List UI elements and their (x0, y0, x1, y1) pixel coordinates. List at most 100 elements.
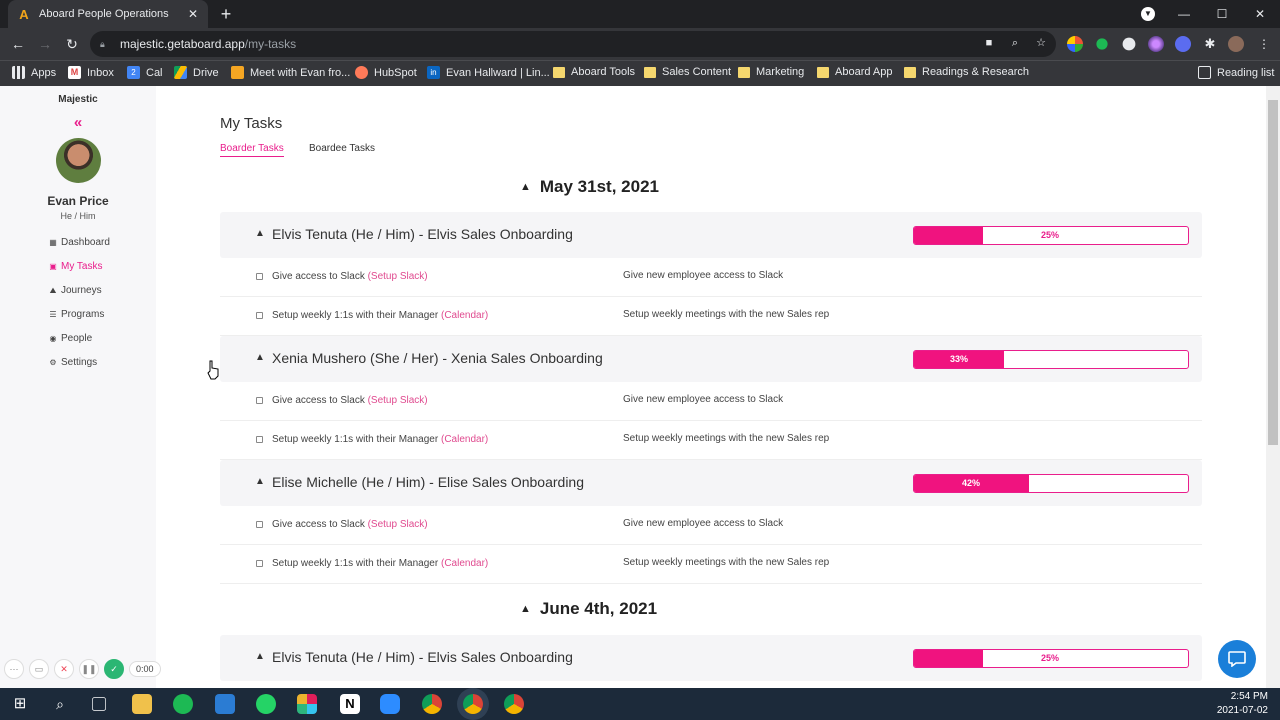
bookmark-label: Aboard App (835, 66, 893, 78)
task-checkbox[interactable] (256, 397, 263, 404)
browser-tab[interactable]: A Aboard People Operations ✕ (8, 0, 208, 28)
hand-cursor-icon (207, 360, 219, 380)
task-link[interactable]: (Setup Slack) (368, 395, 428, 406)
pause-icon[interactable]: ❚❚ (79, 659, 99, 679)
task-view-icon[interactable] (92, 697, 106, 711)
whatsapp-icon[interactable] (256, 694, 276, 714)
bookmark-apps[interactable]: Apps (12, 66, 56, 79)
task-link[interactable]: (Setup Slack) (368, 271, 428, 282)
extension-icon[interactable] (1122, 37, 1136, 51)
chat-icon (1228, 651, 1246, 667)
progress-label: 33% (950, 354, 969, 364)
notion-icon[interactable]: N (340, 694, 360, 714)
extension-icon[interactable] (1067, 36, 1083, 52)
chat-support-button[interactable] (1218, 640, 1256, 678)
task-checkbox[interactable] (256, 312, 263, 319)
sidebar-item-journeys[interactable]: ⛰ Journeys (48, 285, 102, 296)
task-checkbox[interactable] (256, 273, 263, 280)
sidebar-item-settings[interactable]: ⚙ Settings (48, 357, 97, 368)
finish-recording-icon[interactable]: ✓ (104, 659, 124, 679)
sidebar-item-label: Dashboard (61, 237, 110, 248)
sidebar-item-people[interactable]: ◉ People (48, 333, 93, 344)
bookmark-readings[interactable]: Readings & Research (904, 66, 1029, 78)
user-name: Evan Price (47, 194, 109, 208)
chrome-icon[interactable] (422, 694, 442, 714)
reading-list-label: Reading list (1217, 66, 1275, 79)
forward-icon[interactable]: → (35, 34, 55, 54)
profile-menu-icon[interactable]: ▼ (1141, 7, 1155, 21)
onboarding-group[interactable]: ▲ Elvis Tenuta (He / Him) - Elvis Sales … (220, 212, 1202, 258)
zoom-icon[interactable]: ⌕ (1008, 36, 1022, 50)
camera-toggle-icon[interactable]: ▭ (29, 659, 49, 679)
task-link[interactable]: (Setup Slack) (368, 519, 428, 530)
date-header[interactable]: ▲ May 31st, 2021 (520, 177, 659, 197)
tab-boardee-tasks[interactable]: Boardee Tasks (309, 143, 375, 154)
close-tab-icon[interactable]: ✕ (186, 7, 200, 21)
onboarding-group[interactable]: ▲ Xenia Mushero (She / Her) - Xenia Sale… (220, 336, 1202, 382)
address-bar[interactable]: 🔒︎ majestic.getaboard.app/my-tasks ■ ⌕ ☆ (90, 31, 1056, 57)
date-header[interactable]: ▲ June 4th, 2021 (520, 599, 657, 619)
chrome-icon[interactable] (504, 694, 524, 714)
task-description: Give new employee access to Slack (623, 394, 784, 405)
task-checkbox[interactable] (256, 521, 263, 528)
profile-avatar-icon[interactable] (1228, 36, 1244, 52)
progress-label: 25% (1041, 653, 1060, 663)
bookmark-star-icon[interactable]: ☆ (1034, 36, 1048, 50)
minimize-icon[interactable]: — (1165, 0, 1203, 28)
extensions-puzzle-icon[interactable]: ✱ (1202, 36, 1218, 52)
bookmark-linkedin[interactable]: in Evan Hallward | Lin... (427, 66, 550, 79)
bookmark-meet[interactable]: Meet with Evan fro... (231, 66, 350, 79)
back-icon[interactable]: ← (8, 34, 28, 54)
menu-icon[interactable]: ⋮ (1256, 36, 1272, 52)
sidebar-item-programs[interactable]: ☰ Programs (48, 309, 104, 320)
recorder-menu-icon[interactable]: ⋯ (4, 659, 24, 679)
chrome-icon[interactable] (463, 694, 483, 714)
bookmark-drive[interactable]: Drive (174, 66, 219, 79)
bookmark-aboard-tools[interactable]: Aboard Tools (553, 66, 635, 78)
extension-icon[interactable] (1175, 36, 1191, 52)
bookmark-inbox[interactable]: M Inbox (68, 66, 114, 79)
windows-start-icon[interactable]: ⊞ (10, 694, 30, 714)
onboarding-group[interactable]: ▲ Elise Michelle (He / Him) - Elise Sale… (220, 460, 1202, 506)
bookmark-marketing[interactable]: Marketing (738, 66, 804, 78)
file-explorer-icon[interactable] (132, 694, 152, 714)
onboarding-group[interactable]: ▲ Elvis Tenuta (He / Him) - Elvis Sales … (220, 635, 1202, 681)
delete-recording-icon[interactable]: ✕ (54, 659, 74, 679)
zoom-icon[interactable] (380, 694, 400, 714)
page-title: My Tasks (220, 115, 283, 132)
windows-taskbar: ⊞ ⌕ N 2:54 PM 2021-07-02 (0, 688, 1280, 720)
bookmark-hubspot[interactable]: HubSpot (355, 66, 417, 79)
bookmark-label: Apps (31, 66, 57, 79)
lock-icon: 🔒︎ (100, 39, 105, 49)
slack-icon[interactable] (297, 694, 317, 714)
task-link[interactable]: (Calendar) (441, 310, 488, 321)
search-icon[interactable]: ⌕ (50, 694, 70, 714)
camera-icon[interactable]: ■ (982, 36, 996, 50)
task-checkbox[interactable] (256, 436, 263, 443)
maximize-icon[interactable]: ☐ (1203, 0, 1241, 28)
bookmark-aboard-app[interactable]: Aboard App (817, 66, 893, 78)
progress-bar: 42% (913, 474, 1189, 493)
close-window-icon[interactable]: ✕ (1241, 0, 1279, 28)
task-checkbox[interactable] (256, 560, 263, 567)
outlook-icon[interactable] (215, 694, 235, 714)
spotify-icon[interactable] (173, 694, 193, 714)
task-description: Setup weekly meetings with the new Sales… (623, 433, 830, 444)
sidebar-item-dashboard[interactable]: ▦ Dashboard (48, 237, 110, 248)
meeting-icon (231, 66, 244, 79)
new-tab-icon[interactable]: + (216, 4, 236, 24)
system-clock[interactable]: 2:54 PM 2021-07-02 (1217, 690, 1268, 718)
collapse-sidebar-icon[interactable]: « (70, 114, 86, 131)
linkedin-icon: in (427, 66, 440, 79)
bookmark-sales-content[interactable]: Sales Content (644, 66, 731, 78)
reload-icon[interactable]: ↻ (62, 34, 82, 54)
task-link[interactable]: (Calendar) (441, 558, 488, 569)
extension-icon[interactable] (1148, 36, 1164, 52)
tab-boarder-tasks[interactable]: Boarder Tasks (220, 143, 284, 157)
extension-icon[interactable] (1096, 38, 1108, 50)
task-link[interactable]: (Calendar) (441, 434, 488, 445)
bookmark-cal[interactable]: 2 Cal (127, 66, 163, 79)
sidebar-item-my-tasks[interactable]: ▣ My Tasks (48, 261, 102, 272)
reading-list[interactable]: Reading list (1198, 66, 1274, 79)
scrollbar-thumb[interactable] (1268, 100, 1278, 445)
